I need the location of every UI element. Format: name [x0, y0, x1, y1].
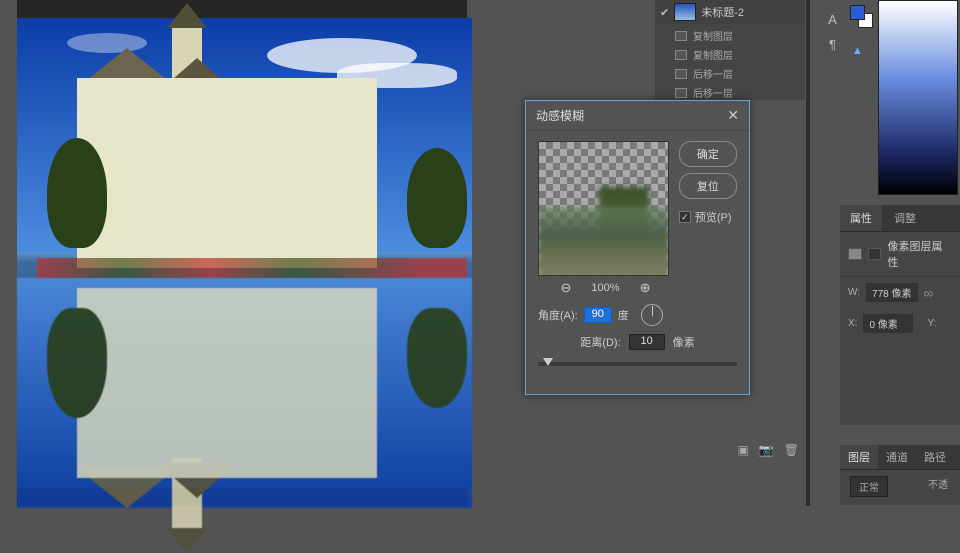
- dialog-title: 动感模糊: [536, 107, 584, 124]
- dialog-titlebar[interactable]: 动感模糊 ✕: [526, 101, 749, 131]
- pixel-layer-icon: [848, 248, 862, 260]
- collapsed-panel-icons: A ¶: [820, 0, 845, 60]
- history-item-label: 后移一层: [693, 85, 733, 100]
- document-title: 未标题-2: [701, 4, 744, 20]
- history-thumbnail: [674, 3, 696, 21]
- delete-icon[interactable]: 🗑: [784, 443, 799, 457]
- history-panel: ✔ 未标题-2 复制图层 复制图层 后移一层 后移一层: [655, 0, 805, 100]
- width-label: W:: [848, 287, 860, 298]
- angle-label: 角度(A):: [538, 307, 578, 323]
- history-item[interactable]: 复制图层: [655, 26, 805, 45]
- opacity-label: 不透: [928, 476, 948, 497]
- preview-checkbox-row[interactable]: ✓ 预览(P): [679, 209, 737, 225]
- history-item[interactable]: 后移一层: [655, 64, 805, 83]
- history-item-label: 复制图层: [693, 28, 733, 43]
- layer-icon: [675, 69, 687, 79]
- tab-channels[interactable]: 通道: [878, 445, 916, 469]
- layers-panel: 图层 通道 路径 正常 不透: [840, 445, 960, 505]
- angle-dial[interactable]: [641, 304, 663, 326]
- dialog-body: 确定 复位 ✓ 预览(P) ⊖ 100% ⊕ 角度(A): 90 度 距离(D)…: [526, 131, 749, 376]
- tab-adjustments[interactable]: 调整: [884, 205, 926, 231]
- new-snapshot-icon[interactable]: 📷: [759, 443, 774, 457]
- blend-mode-select[interactable]: 正常: [850, 476, 888, 497]
- history-item[interactable]: 复制图层: [655, 45, 805, 64]
- position-row: X: 0 像素 Y:: [840, 308, 960, 339]
- image-reflection: [17, 278, 472, 508]
- layer-comp-icon[interactable]: ▣: [737, 443, 748, 457]
- tab-layers[interactable]: 图层: [840, 445, 878, 469]
- preview-checkbox-label: 预览(P): [695, 209, 732, 225]
- motion-blur-dialog: 动感模糊 ✕ 确定 复位 ✓ 预览(P) ⊖ 100% ⊕ 角度(A):: [525, 100, 750, 395]
- color-picker-gradient[interactable]: [878, 0, 958, 195]
- tab-properties[interactable]: 属性: [840, 205, 882, 231]
- distance-label: 距离(D):: [580, 334, 620, 350]
- zoom-out-icon[interactable]: ⊖: [561, 280, 572, 296]
- preview-checkbox[interactable]: ✓: [679, 211, 691, 223]
- distance-slider[interactable]: [538, 362, 737, 366]
- angle-row: 角度(A): 90 度: [538, 304, 737, 326]
- blend-mode-row: 正常 不透: [840, 470, 960, 503]
- history-item-label: 复制图层: [693, 47, 733, 62]
- zoom-in-icon[interactable]: ⊕: [640, 280, 651, 296]
- canvas-area[interactable]: [17, 0, 467, 506]
- warning-icon: ▲: [852, 45, 863, 57]
- close-icon[interactable]: ✕: [727, 107, 739, 124]
- tab-paths[interactable]: 路径: [916, 445, 954, 469]
- foreground-color-swatch[interactable]: [850, 5, 865, 20]
- width-row: W: 778 像素 ∞: [840, 277, 960, 308]
- history-footer-toolbar: ▣ 📷 🗑: [655, 440, 805, 460]
- history-item-label: 后移一层: [693, 66, 733, 81]
- color-swatches[interactable]: [850, 5, 874, 29]
- angle-unit: 度: [618, 307, 629, 323]
- distance-slider-thumb[interactable]: [543, 358, 553, 366]
- history-list: 复制图层 复制图层 后移一层 后移一层: [655, 24, 805, 104]
- properties-header-label: 像素图层属性: [887, 238, 952, 270]
- zoom-controls: ⊖ 100% ⊕: [538, 280, 673, 296]
- document-canvas[interactable]: [17, 18, 472, 488]
- distance-unit: 像素: [673, 334, 695, 350]
- reset-button[interactable]: 复位: [679, 173, 737, 199]
- filter-preview[interactable]: [538, 141, 669, 276]
- image-content: [17, 18, 472, 253]
- ok-button[interactable]: 确定: [679, 141, 737, 167]
- mask-icon: [868, 248, 882, 260]
- panel-divider[interactable]: [806, 0, 810, 506]
- distance-row: 距离(D): 10 像素: [538, 334, 737, 350]
- x-value[interactable]: 0 像素: [863, 314, 913, 333]
- link-icon[interactable]: ∞: [924, 285, 934, 301]
- y-label: Y:: [927, 318, 936, 329]
- properties-tabs: 属性 调整: [840, 205, 960, 232]
- layer-icon: [675, 50, 687, 60]
- properties-panel: 属性 调整 像素图层属性 W: 778 像素 ∞ X: 0 像素 Y:: [840, 205, 960, 425]
- properties-header: 像素图层属性: [840, 232, 960, 277]
- layer-icon: [675, 31, 687, 41]
- angle-input[interactable]: 90: [584, 307, 612, 323]
- history-brush-icon: ✔: [660, 6, 669, 19]
- x-label: X:: [848, 318, 857, 329]
- width-value[interactable]: 778 像素: [866, 283, 917, 302]
- history-header[interactable]: ✔ 未标题-2: [655, 0, 805, 24]
- layer-icon: [675, 88, 687, 98]
- layers-tabs: 图层 通道 路径: [840, 445, 960, 470]
- character-panel-icon[interactable]: A: [828, 12, 837, 27]
- zoom-level: 100%: [591, 282, 619, 294]
- paragraph-panel-icon[interactable]: ¶: [829, 37, 836, 52]
- distance-input[interactable]: 10: [629, 334, 665, 350]
